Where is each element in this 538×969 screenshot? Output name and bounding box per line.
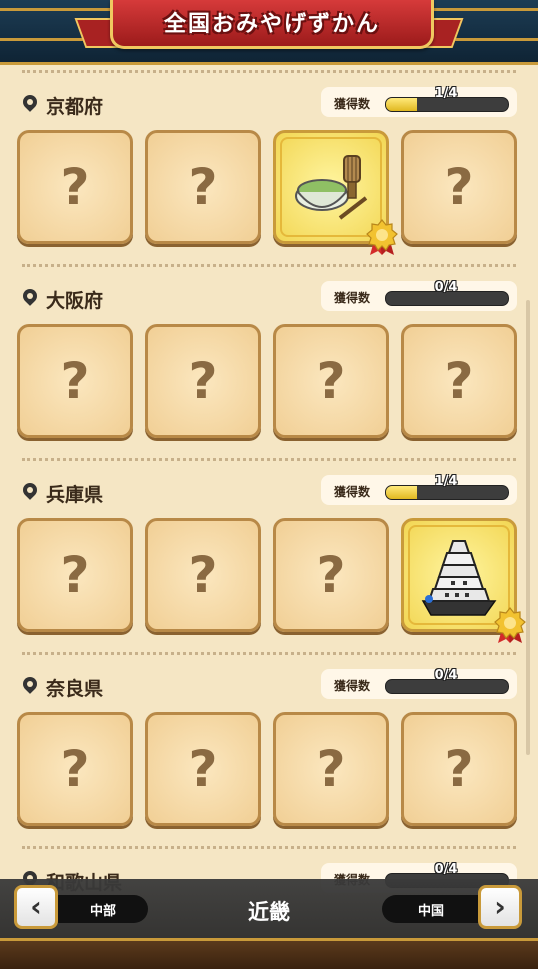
prefecture-section: 和歌山県 獲得数 0/4 bbox=[0, 862, 538, 894]
count-label: 獲得数 bbox=[334, 97, 371, 111]
unknown-mark: ? bbox=[444, 158, 474, 216]
souvenir-grid: ? ? ? ? bbox=[17, 324, 521, 444]
count-label: 獲得数 bbox=[334, 291, 371, 305]
souvenir-grid: ? ? ? ? bbox=[17, 712, 521, 832]
souvenir-tile-locked[interactable]: ? bbox=[273, 712, 389, 826]
prefecture-section: 京都府 獲得数 1/4 ? ? ? bbox=[0, 86, 538, 284]
collection-count: 獲得数 0/4 bbox=[321, 668, 517, 699]
unknown-mark: ? bbox=[60, 158, 90, 216]
chevron-right-icon: › bbox=[494, 890, 506, 923]
unknown-mark: ? bbox=[188, 352, 218, 410]
prefecture-header: 京都府 bbox=[20, 90, 103, 120]
scrollbar[interactable] bbox=[526, 300, 530, 755]
souvenir-tile-locked[interactable]: ? bbox=[17, 130, 133, 244]
souvenir-tile-locked[interactable]: ? bbox=[17, 518, 133, 632]
prefecture-header: 大阪府 bbox=[20, 284, 103, 314]
prefecture-name: 京都府 bbox=[46, 95, 104, 118]
unknown-mark: ? bbox=[60, 546, 90, 604]
unknown-mark: ? bbox=[188, 546, 218, 604]
collection-count: 獲得数 1/4 bbox=[321, 86, 517, 117]
unknown-mark: ? bbox=[60, 740, 90, 798]
map-pin-icon bbox=[20, 482, 40, 504]
prefecture-section: 兵庫県 獲得数 1/4 ? ? ? bbox=[0, 474, 538, 672]
souvenir-tile-locked[interactable]: ? bbox=[145, 130, 261, 244]
next-region-label[interactable]: 中国 bbox=[382, 895, 480, 923]
souvenir-tile-castle[interactable] bbox=[401, 518, 526, 643]
souvenir-tile-locked[interactable]: ? bbox=[273, 324, 389, 438]
prefecture-section: 奈良県 獲得数 0/4 ? ? ? ? bbox=[0, 668, 538, 866]
collection-count: 獲得数 1/4 bbox=[321, 474, 517, 505]
unknown-mark: ? bbox=[60, 352, 90, 410]
prefecture-section: 大阪府 獲得数 0/4 ? ? ? ? bbox=[0, 280, 538, 478]
map-pin-icon bbox=[20, 94, 40, 116]
prefecture-header: 兵庫県 bbox=[20, 478, 103, 508]
divider bbox=[22, 652, 516, 655]
unknown-mark: ? bbox=[188, 158, 218, 216]
souvenir-tile-locked[interactable]: ? bbox=[145, 712, 261, 826]
prefecture-name: 大阪府 bbox=[46, 289, 104, 312]
unknown-mark: ? bbox=[316, 546, 346, 604]
souvenir-tile-locked[interactable]: ? bbox=[145, 324, 261, 438]
matcha-set-icon bbox=[295, 155, 368, 220]
souvenir-tile-locked[interactable]: ? bbox=[17, 324, 133, 438]
souvenir-tile-locked[interactable]: ? bbox=[145, 518, 261, 632]
map-pin-icon bbox=[20, 676, 40, 698]
prefecture-name: 奈良県 bbox=[46, 677, 104, 700]
unknown-mark: ? bbox=[444, 352, 474, 410]
souvenir-tile-locked[interactable]: ? bbox=[401, 712, 517, 826]
unknown-mark: ? bbox=[316, 740, 346, 798]
progress-text: 0/4 bbox=[434, 862, 458, 877]
divider bbox=[22, 70, 516, 73]
medal-icon bbox=[366, 219, 398, 255]
souvenir-grid: ? ? ? bbox=[17, 518, 526, 643]
next-region-button[interactable]: › bbox=[478, 885, 522, 929]
unknown-mark: ? bbox=[444, 740, 474, 798]
page-title: 全国おみやげずかん bbox=[163, 12, 380, 37]
prefecture-header: 奈良県 bbox=[20, 672, 103, 702]
progress-text: 0/4 bbox=[434, 280, 458, 295]
bottom-trim bbox=[0, 938, 538, 969]
header-bar: 全国おみやげずかん bbox=[0, 0, 538, 65]
collection-count: 獲得数 0/4 bbox=[321, 280, 517, 311]
souvenir-tile-locked[interactable]: ? bbox=[17, 712, 133, 826]
unknown-mark: ? bbox=[316, 352, 346, 410]
divider bbox=[22, 458, 516, 461]
progress-text: 1/4 bbox=[434, 86, 458, 101]
progress-text: 0/4 bbox=[434, 668, 458, 683]
progress-text: 1/4 bbox=[434, 474, 458, 489]
count-label: 獲得数 bbox=[334, 485, 371, 499]
souvenir-tile-locked[interactable]: ? bbox=[273, 518, 389, 632]
souvenir-tile-locked[interactable]: ? bbox=[401, 130, 517, 244]
count-label: 獲得数 bbox=[334, 679, 371, 693]
divider bbox=[22, 264, 516, 267]
prefecture-name: 兵庫県 bbox=[46, 483, 104, 506]
map-pin-icon bbox=[20, 288, 40, 310]
souvenir-grid: ? ? ? bbox=[17, 130, 521, 255]
title-ribbon: 全国おみやげずかん bbox=[110, 0, 434, 49]
souvenir-tile-matcha[interactable] bbox=[273, 130, 398, 255]
unknown-mark: ? bbox=[188, 740, 218, 798]
divider bbox=[22, 846, 516, 849]
medal-icon bbox=[494, 607, 526, 643]
souvenir-tile-locked[interactable]: ? bbox=[401, 324, 517, 438]
